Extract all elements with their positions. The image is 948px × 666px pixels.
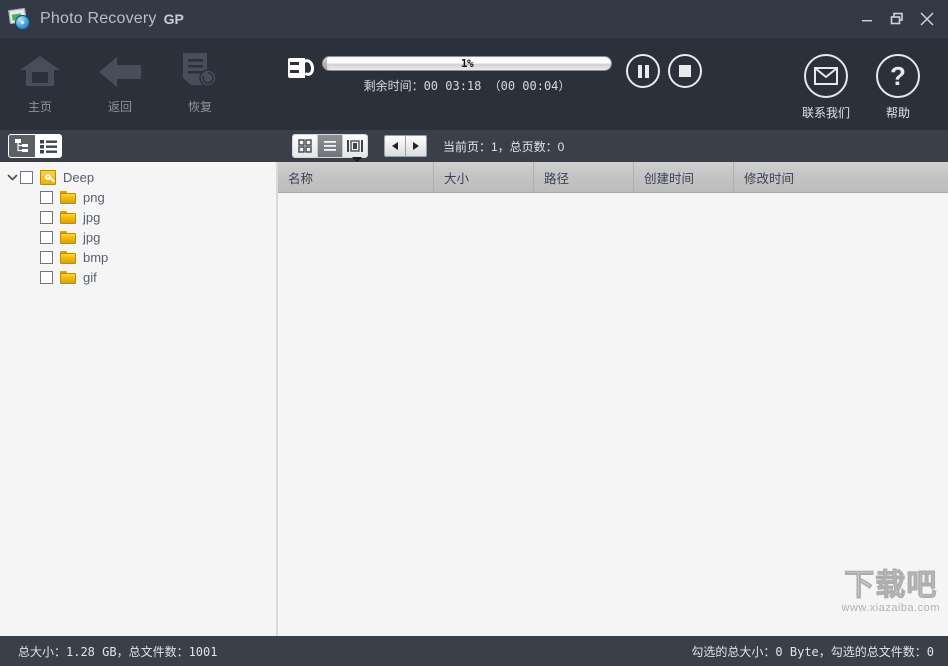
tree-item-gif[interactable]: gif bbox=[0, 267, 276, 287]
file-list-body[interactable] bbox=[278, 193, 948, 636]
window-title: Photo Recovery bbox=[40, 10, 157, 27]
status-bar: 总大小：1.28 GB，总文件数：1001 勾选的总大小：0 Byte，勾选的总… bbox=[0, 636, 948, 666]
chevron-down-icon[interactable] bbox=[4, 169, 20, 185]
folder-icon bbox=[60, 230, 76, 244]
toolbar-button-contact[interactable]: 联系我们 bbox=[790, 46, 862, 121]
tree-checkbox-root[interactable] bbox=[20, 170, 33, 184]
stop-button[interactable] bbox=[668, 54, 702, 88]
scan-progress-wrapper: 1% 剩余时间：00 03:18 （00 00:04） bbox=[322, 56, 612, 94]
folder-icon bbox=[60, 190, 76, 204]
toolbar-button-back[interactable]: 返回 bbox=[80, 42, 160, 115]
toolbar-label-help: 帮助 bbox=[885, 106, 910, 120]
scan-folder-icon bbox=[40, 169, 56, 185]
back-arrow-icon bbox=[97, 50, 143, 94]
pause-icon bbox=[637, 64, 649, 78]
restore-icon[interactable] bbox=[882, 4, 912, 34]
column-header-size[interactable]: 大小 bbox=[434, 162, 534, 192]
title-bar: Photo Recovery GP bbox=[0, 0, 948, 38]
tree-label-jpg-2: jpg bbox=[83, 229, 101, 245]
tree-checkbox-png[interactable] bbox=[40, 190, 53, 204]
list-toolbar: 当前页：1，总页数：0 bbox=[278, 130, 948, 162]
home-icon bbox=[18, 50, 62, 94]
column-header-name[interactable]: 名称 bbox=[278, 162, 434, 192]
pause-button[interactable] bbox=[626, 54, 660, 88]
sub-toolbar: 当前页：1，总页数：0 bbox=[0, 130, 948, 163]
tree-item-bmp[interactable]: bmp bbox=[0, 247, 276, 267]
svg-text:?: ? bbox=[890, 62, 906, 90]
tree-item-jpg-1[interactable]: jpg bbox=[0, 207, 276, 227]
toolbar-label-back: 返回 bbox=[107, 100, 132, 114]
toolbar-button-recover[interactable]: 恢复 bbox=[160, 42, 240, 115]
mail-icon bbox=[804, 54, 848, 98]
detail-list-icon[interactable] bbox=[318, 135, 343, 157]
preview-pane-icon[interactable] bbox=[343, 135, 367, 157]
status-selected-label: 勾选的总大小：0 Byte，勾选的总文件数：0 bbox=[691, 644, 934, 659]
view-mode-group bbox=[292, 134, 368, 158]
remaining-time-label: 剩余时间：00 03:18 （00 00:04） bbox=[363, 79, 571, 93]
scan-progress-percent: 1% bbox=[460, 57, 474, 70]
question-mark-icon: ? bbox=[876, 54, 920, 98]
toolbar-label-contact: 联系我们 bbox=[801, 106, 850, 120]
toolbar-label-recover: 恢复 bbox=[187, 100, 212, 114]
tree-label-bmp: bmp bbox=[83, 249, 109, 265]
photo-disc-icon bbox=[8, 7, 32, 31]
application-window: Photo Recovery GP 主页 返回 恢复 1% 剩余时间：00 03… bbox=[0, 0, 948, 666]
disk-scan-icon bbox=[288, 57, 316, 78]
tree-checkbox-jpg-1[interactable] bbox=[40, 210, 53, 224]
tree-checkbox-bmp[interactable] bbox=[40, 250, 53, 264]
tree-label-png: png bbox=[83, 189, 105, 205]
toolbar-label-home: 主页 bbox=[27, 100, 52, 114]
scan-progress-bar[interactable]: 1% bbox=[322, 56, 612, 71]
next-page-icon[interactable] bbox=[406, 136, 426, 156]
tree-label-jpg-1: jpg bbox=[83, 209, 101, 225]
folder-icon bbox=[60, 270, 76, 284]
pager-group bbox=[384, 135, 427, 157]
toolbar-button-help[interactable]: ? 帮助 bbox=[862, 46, 934, 121]
tree-item-jpg-2[interactable]: jpg bbox=[0, 227, 276, 247]
tree-view-icon[interactable] bbox=[9, 135, 35, 157]
column-header-path[interactable]: 路径 bbox=[534, 162, 634, 192]
recover-document-icon bbox=[181, 50, 219, 94]
stop-icon bbox=[679, 65, 691, 77]
scan-control-buttons bbox=[626, 54, 702, 88]
main-toolbar: 主页 返回 恢复 1% 剩余时间：00 03:18 （00 00:04） 联系我… bbox=[0, 38, 948, 130]
close-icon[interactable] bbox=[912, 4, 942, 34]
folder-icon bbox=[60, 250, 76, 264]
tree-label-root: Deep bbox=[63, 169, 95, 185]
column-header-created[interactable]: 创建时间 bbox=[634, 162, 734, 192]
content-area: Deep png jpg jpg bmp gif 名称 大小 路径 创建时间 修… bbox=[0, 162, 948, 636]
prev-page-icon[interactable] bbox=[385, 136, 406, 156]
scan-progress-group: 1% 剩余时间：00 03:18 （00 00:04） bbox=[278, 38, 790, 94]
folder-tree-panel: Deep png jpg jpg bmp gif bbox=[0, 162, 278, 636]
tree-checkbox-gif[interactable] bbox=[40, 270, 53, 284]
tree-checkbox-jpg-2[interactable] bbox=[40, 230, 53, 244]
tree-view-toggle-group bbox=[0, 130, 278, 162]
grid-view-icon[interactable] bbox=[293, 135, 318, 157]
tree-item-png[interactable]: png bbox=[0, 187, 276, 207]
status-total-label: 总大小：1.28 GB，总文件数：1001 bbox=[18, 644, 218, 659]
folder-icon bbox=[60, 210, 76, 224]
minimize-icon[interactable] bbox=[852, 4, 882, 34]
toolbar-right-group: 联系我们 ? 帮助 bbox=[790, 38, 948, 121]
file-list-panel: 名称 大小 路径 创建时间 修改时间 bbox=[278, 162, 948, 636]
toolbar-button-home[interactable]: 主页 bbox=[0, 42, 80, 115]
window-title-suffix: GP bbox=[163, 11, 184, 27]
toolbar-left-group: 主页 返回 恢复 bbox=[0, 38, 278, 115]
window-controls bbox=[852, 0, 942, 38]
page-info-label: 当前页：1，总页数：0 bbox=[443, 139, 565, 154]
tree-item-root[interactable]: Deep bbox=[0, 167, 276, 187]
view-toggle-segment bbox=[8, 134, 62, 158]
list-view-icon[interactable] bbox=[35, 135, 61, 157]
column-header-modified[interactable]: 修改时间 bbox=[734, 162, 947, 192]
file-list-header: 名称 大小 路径 创建时间 修改时间 bbox=[278, 162, 948, 193]
tree-label-gif: gif bbox=[83, 269, 97, 285]
